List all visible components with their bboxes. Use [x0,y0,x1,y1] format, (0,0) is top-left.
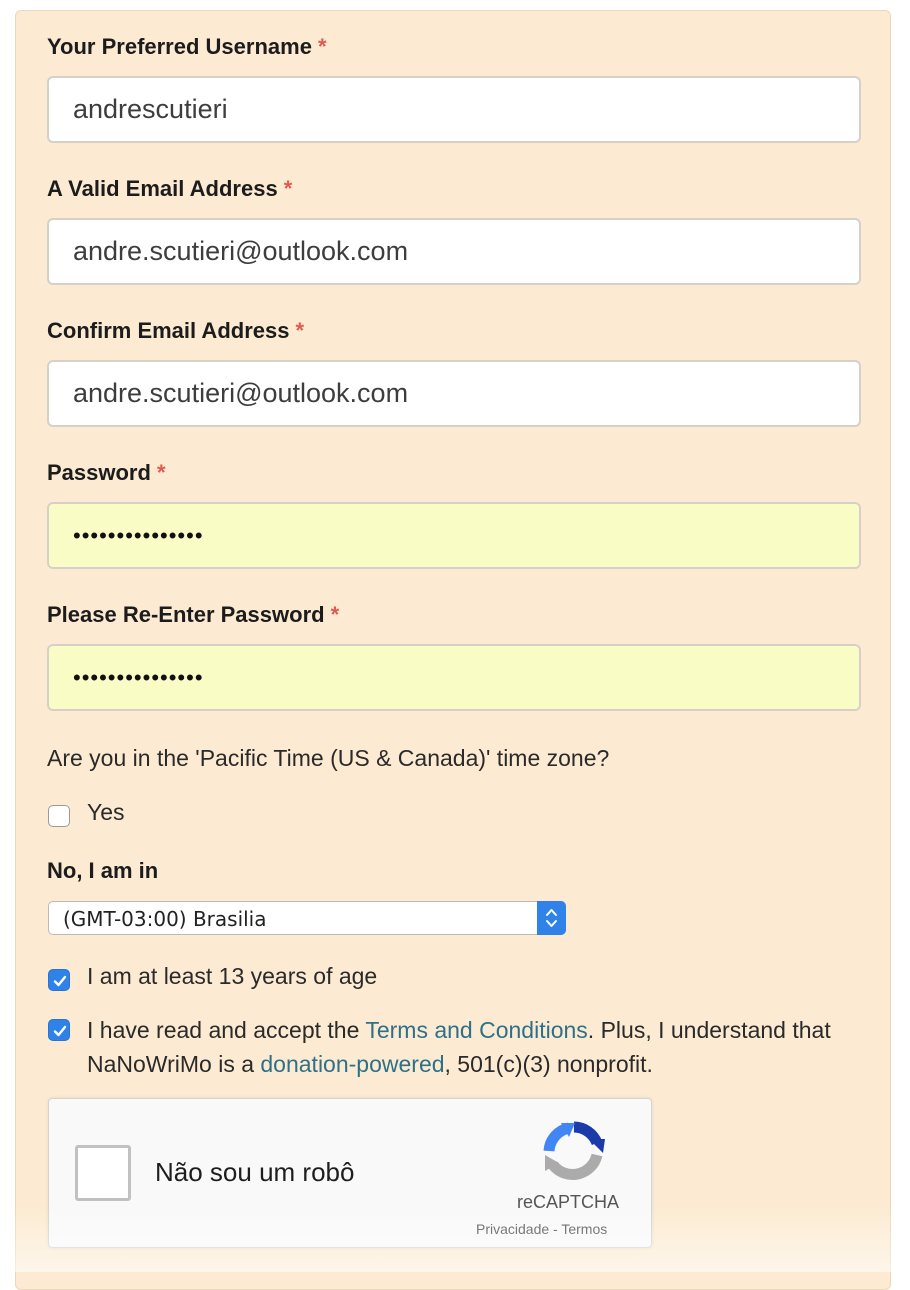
email-label: A Valid Email Address * [47,176,293,201]
required-marker: * [283,176,293,201]
password-label: Password * [47,460,166,485]
recaptcha-link-separator: - [549,1221,562,1237]
recaptcha-links: Privacidade - Termos [476,1221,607,1237]
yes-label[interactable]: Yes [87,799,125,826]
confirm-email-label: Confirm Email Address * [47,318,305,343]
age-label: I am at least 13 years of age [87,963,378,989]
recaptcha-brand: reCAPTCHA [517,1192,620,1212]
confirm-email-input[interactable] [47,360,861,427]
required-marker: * [156,460,166,485]
timezone-select[interactable]: (GMT-03:00) Brasilia [48,901,566,935]
terms-suffix: , 501(c)(3) nonprofit. [444,1051,653,1077]
recaptcha-label: Não sou um robô [155,1157,355,1187]
terms-text: I have read and accept the Terms and Con… [87,1013,847,1081]
recaptcha-logo-icon [543,1121,605,1180]
terms-prefix: I have read and accept the [87,1017,366,1043]
timezone-question: Are you in the 'Pacific Time (US & Canad… [47,745,610,771]
username-label: Your Preferred Username * [47,34,327,59]
required-marker: * [330,602,340,627]
timezone-select-value: (GMT-03:00) Brasilia [63,907,267,931]
password-confirm-label: Please Re-Enter Password * [47,602,340,627]
password-input[interactable] [47,502,861,569]
recaptcha-privacy-link[interactable]: Privacidade [476,1221,549,1237]
recaptcha-checkbox[interactable] [75,1145,131,1201]
yes-checkbox[interactable] [48,805,70,827]
required-marker: * [317,34,327,59]
password-confirm-input[interactable] [47,644,861,711]
checkmark-icon [53,975,67,987]
donation-powered-link[interactable]: donation-powered [260,1051,444,1077]
no-i-am-in-label: No, I am in [47,858,159,883]
terms-and-conditions-link[interactable]: Terms and Conditions [365,1017,587,1043]
select-arrows-icon [537,901,566,935]
required-marker: * [295,318,305,343]
email-input[interactable] [47,218,861,285]
recaptcha-terms-link[interactable]: Termos [561,1221,607,1237]
checkmark-icon [53,1025,67,1037]
age-checkbox[interactable] [48,969,70,991]
terms-checkbox[interactable] [48,1019,70,1041]
recaptcha-widget: Não sou um robô reCAPTCHA Privacidade - … [48,1098,652,1248]
username-input[interactable] [47,76,861,143]
